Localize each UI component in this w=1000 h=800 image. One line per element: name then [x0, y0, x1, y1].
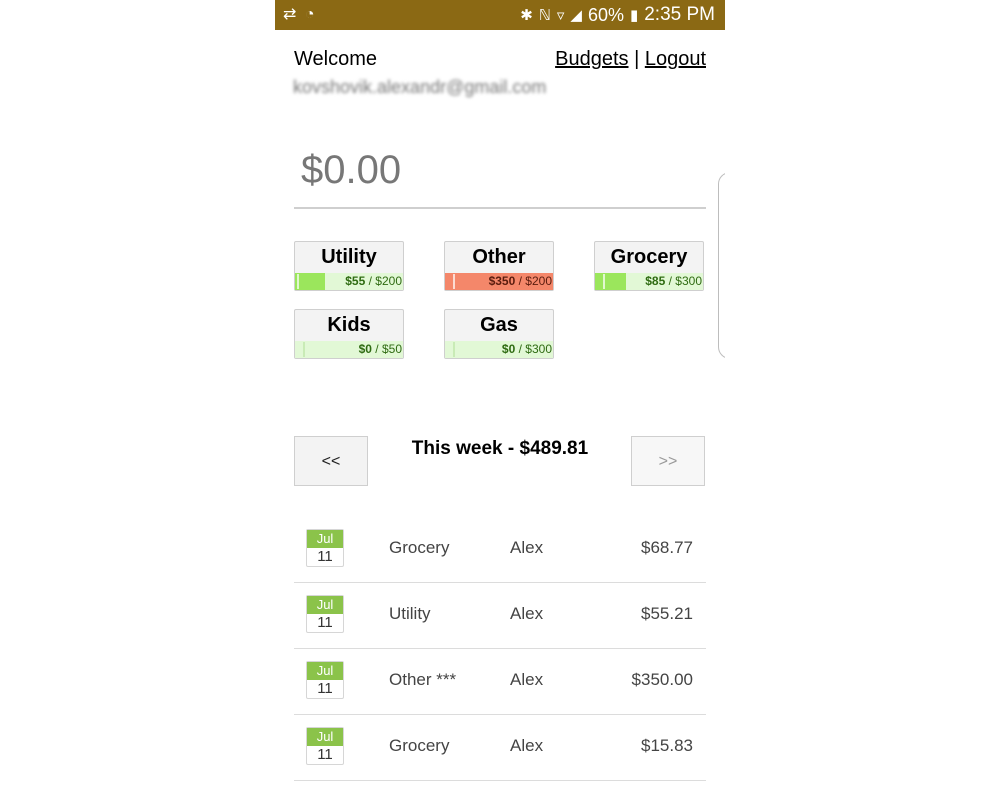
status-bar: ⇄ ◔ ✱ ℕ ▿ ◢ 60% ▮ 2:35 PM: [275, 0, 725, 30]
category-name: Kids: [327, 314, 371, 336]
amount-underline: [294, 207, 706, 209]
notification-icons: ⇄ ◔: [283, 6, 317, 23]
date-day: 11: [317, 746, 333, 763]
logout-link[interactable]: Logout: [645, 48, 706, 70]
signal-icon: ◢: [570, 7, 582, 24]
transaction-amount: $15.83: [641, 736, 693, 755]
budget-progress-fill: [295, 273, 325, 290]
transaction-row[interactable]: Jul 11 Grocery Alex $15.83: [294, 714, 706, 781]
transaction-person: Alex: [510, 736, 544, 755]
date-day: 11: [317, 680, 333, 697]
category-utility-button[interactable]: Utility $55 / $200: [294, 241, 404, 291]
budget-progress-bar: $55 / $200: [295, 273, 403, 290]
previous-week-button[interactable]: <<: [294, 436, 368, 486]
date-day: 11: [317, 548, 333, 565]
budget-amount: $55 / $200: [345, 274, 402, 288]
date-badge: Jul 11: [306, 595, 344, 633]
date-month: Jul: [307, 596, 343, 614]
category-other-button[interactable]: Other $350 / $200: [444, 241, 554, 291]
category-name: Gas: [480, 314, 518, 336]
bluetooth-icon: ✱: [520, 7, 533, 24]
budget-progress-bar: $85 / $300: [595, 273, 703, 290]
nfc-icon: ℕ: [538, 7, 551, 24]
category-name: Utility: [321, 246, 377, 268]
date-badge: Jul 11: [306, 529, 344, 567]
category-gas-button[interactable]: Gas $0 / $300: [444, 309, 554, 359]
battery-icon: ▮: [629, 7, 639, 24]
transaction-row[interactable]: Jul 11 Utility Alex $55.21: [294, 582, 706, 649]
welcome-text: Welcome: [294, 48, 377, 70]
phone-screen: ⇄ ◔ ✱ ℕ ▿ ◢ 60% ▮ 2:35 PM Welcome kovsho…: [275, 0, 725, 800]
transaction-category: Other ***: [389, 670, 457, 689]
transaction-row[interactable]: Jul 11 Grocery Alex $68.77: [294, 516, 706, 583]
category-name: Other: [472, 246, 526, 268]
clock: 2:35 PM: [644, 4, 715, 25]
side-drawer-handle[interactable]: [718, 172, 725, 359]
transaction-amount: $55.21: [641, 604, 693, 623]
date-badge: Jul 11: [306, 727, 344, 765]
date-day: 11: [317, 614, 333, 631]
budget-amount: $350 / $200: [488, 274, 552, 288]
amount-input[interactable]: $0.00: [301, 148, 401, 193]
date-month: Jul: [307, 728, 343, 746]
date-month: Jul: [307, 662, 343, 680]
user-email: kovshovik.alexandr@gmail.com: [293, 77, 547, 97]
budget-progress-bar: $0 / $50: [295, 341, 403, 358]
next-week-button[interactable]: >>: [631, 436, 705, 486]
budget-progress-bar: $350 / $200: [445, 273, 553, 290]
battery-percent: 60%: [587, 4, 624, 25]
transaction-person: Alex: [510, 604, 544, 623]
transaction-category: Utility: [389, 604, 431, 623]
category-grocery-button[interactable]: Grocery $85 / $300: [594, 241, 704, 291]
top-nav: Budgets | Logout: [555, 48, 706, 71]
budgets-link[interactable]: Budgets: [555, 48, 628, 70]
wifi-icon: ▿: [556, 7, 565, 24]
category-kids-button[interactable]: Kids $0 / $50: [294, 309, 404, 359]
nav-separator: |: [634, 48, 640, 70]
date-badge: Jul 11: [306, 661, 344, 699]
category-name: Grocery: [610, 246, 688, 268]
budget-progress-bar: $0 / $300: [445, 341, 553, 358]
date-month: Jul: [307, 530, 343, 548]
transaction-row[interactable]: Jul 11 Other *** Alex $350.00: [294, 648, 706, 715]
week-title: This week - $489.81: [411, 438, 589, 459]
budget-progress-fill: [595, 273, 626, 290]
transaction-amount: $350.00: [631, 670, 693, 689]
budget-amount: $0 / $300: [501, 342, 552, 356]
transaction-amount: $68.77: [641, 538, 693, 557]
transaction-category: Grocery: [389, 538, 450, 557]
transaction-category: Grocery: [389, 736, 450, 755]
transaction-person: Alex: [510, 538, 544, 557]
transaction-person: Alex: [510, 670, 544, 689]
budget-amount: $0 / $50: [358, 342, 402, 356]
budget-amount: $85 / $300: [645, 274, 702, 288]
